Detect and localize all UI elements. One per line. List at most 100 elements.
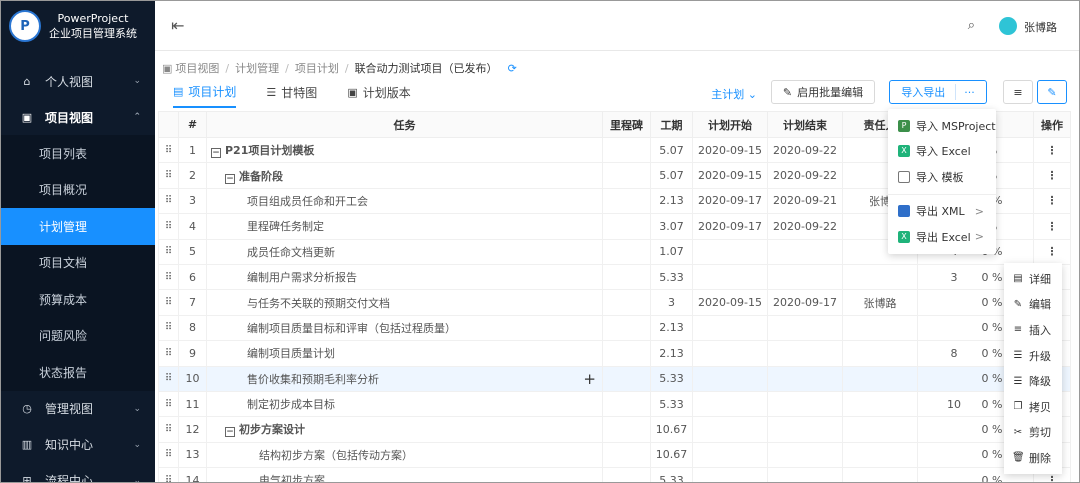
sidebar-item-project-overview[interactable]: 项目概况 <box>1 171 155 208</box>
milestone-cell[interactable] <box>602 162 651 189</box>
milestone-cell[interactable] <box>602 263 651 291</box>
end-cell[interactable] <box>767 314 843 342</box>
milestone-cell[interactable] <box>602 238 651 265</box>
nav-group-project[interactable]: ▣ 项目视图 ⌃ <box>1 99 155 135</box>
drag-handle-icon[interactable]: ⠿ <box>158 390 179 418</box>
col-duration[interactable]: 工期 <box>650 111 693 138</box>
refresh-icon[interactable]: ⟳ <box>508 62 517 75</box>
row-number[interactable]: 7 <box>178 289 207 316</box>
table-row[interactable]: ⠿ 10 售价收集和预期毛利率分析 +5.33 0 % <box>158 365 1071 392</box>
milestone-cell[interactable] <box>602 441 651 469</box>
context-menu-item[interactable]: ✎ 编辑 <box>1004 292 1062 318</box>
batch-edit-button[interactable]: ✎ 启用批量编辑 <box>771 80 875 104</box>
milestone-cell[interactable] <box>602 390 651 418</box>
context-menu-item[interactable]: 🗑 删除 <box>1004 445 1062 471</box>
owner-cell[interactable] <box>842 390 918 418</box>
milestone-cell[interactable] <box>602 467 651 482</box>
collapse-icon[interactable]: − <box>225 173 235 184</box>
start-cell[interactable]: 2020-09-17 <box>692 187 768 215</box>
end-cell[interactable] <box>767 238 843 265</box>
duration-cell[interactable]: 3.07 <box>650 213 693 240</box>
duration-cell[interactable]: 2.13 <box>650 340 693 367</box>
start-cell[interactable] <box>692 238 768 265</box>
start-cell[interactable] <box>692 390 768 418</box>
import-export-button[interactable]: 导入导出 ··· <box>889 80 987 104</box>
milestone-cell[interactable] <box>602 416 651 443</box>
start-cell[interactable]: 2020-09-15 <box>692 289 768 316</box>
col-milestone[interactable]: 里程碑 <box>602 111 651 138</box>
start-cell[interactable] <box>692 467 768 482</box>
context-menu-item[interactable]: ✂ 剪切 <box>1004 420 1062 446</box>
start-cell[interactable] <box>692 263 768 291</box>
owner-cell[interactable]: 张博路 <box>842 289 918 316</box>
row-actions-icon[interactable]: ⋮ <box>1033 136 1071 164</box>
owner-cell[interactable] <box>842 365 918 392</box>
task-cell[interactable]: 与任务不关联的预期交付文档 <box>206 289 603 316</box>
owner-cell[interactable] <box>842 263 918 291</box>
duration-cell[interactable]: 5.33 <box>650 263 693 291</box>
milestone-cell[interactable] <box>602 213 651 240</box>
duration-cell[interactable]: 5.07 <box>650 136 693 164</box>
row-number[interactable]: 9 <box>178 340 207 367</box>
end-cell[interactable]: 2020-09-21 <box>767 187 843 215</box>
collapse-icon[interactable]: − <box>225 427 235 438</box>
sidebar-item-risks[interactable]: 问题风险 <box>1 317 155 354</box>
sidebar-item-project-list[interactable]: 项目列表 <box>1 135 155 172</box>
table-row[interactable]: ⠿ 14 电气初步方案 5.33 0 % ⋮ <box>158 467 1071 482</box>
owner-cell[interactable] <box>842 340 918 367</box>
duration-cell[interactable]: 5.33 <box>650 390 693 418</box>
sidebar-item-status-report[interactable]: 状态报告 <box>1 354 155 391</box>
end-cell[interactable]: 2020-09-22 <box>767 162 843 189</box>
row-number[interactable]: 2 <box>178 162 207 189</box>
task-cell[interactable]: 编制项目质量计划 <box>206 340 603 367</box>
col-plan-start[interactable]: 计划开始 <box>692 111 768 138</box>
list-view-button[interactable]: ≡ <box>1003 80 1033 104</box>
table-row[interactable]: ⠿ 13 结构初步方案（包括传动方案） 10.67 0 % <box>158 441 1071 469</box>
task-cell[interactable]: 成员任命文档更新 <box>206 238 603 265</box>
avatar[interactable] <box>999 17 1017 35</box>
row-number[interactable]: 14 <box>178 467 207 482</box>
edit-mode-button[interactable]: ✎ <box>1037 80 1067 104</box>
sidebar-item-project-docs[interactable]: 项目文档 <box>1 244 155 281</box>
breadcrumb-item[interactable]: 计划管理 <box>235 60 279 76</box>
row-number[interactable]: 6 <box>178 263 207 291</box>
end-cell[interactable] <box>767 340 843 367</box>
table-row[interactable]: ⠿ 6 编制用户需求分析报告 5.33 3 0 % <box>158 263 1071 291</box>
end-cell[interactable]: 2020-09-22 <box>767 213 843 240</box>
end-cell[interactable]: 2020-09-17 <box>767 289 843 316</box>
sidebar-item-plan-management[interactable]: 计划管理 <box>1 208 155 245</box>
task-cell[interactable]: 电气初步方案 <box>206 467 603 482</box>
end-cell[interactable] <box>767 390 843 418</box>
more-icon[interactable]: ··· <box>956 86 975 99</box>
table-row[interactable]: ⠿ 7 与任务不关联的预期交付文档 3 2020-09-15 2020-09-17 张博路 0… <box>158 289 1071 316</box>
task-cell[interactable]: 里程碑任务制定 <box>206 213 603 240</box>
start-cell[interactable] <box>692 314 768 342</box>
end-cell[interactable] <box>767 467 843 482</box>
context-menu-item[interactable]: ☰ 降级 <box>1004 368 1062 394</box>
table-row[interactable]: ⠿ 11 制定初步成本目标 5.33 10 0 % <box>158 390 1071 418</box>
task-cell[interactable]: − 初步方案设计 <box>206 416 603 443</box>
duration-cell[interactable]: 10.67 <box>650 441 693 469</box>
milestone-cell[interactable] <box>602 187 651 215</box>
row-number[interactable]: 1 <box>178 136 207 164</box>
breadcrumb-item[interactable]: 项目视图 <box>175 60 219 76</box>
col-number[interactable]: # <box>178 111 207 138</box>
owner-cell[interactable] <box>842 467 918 482</box>
context-menu-item[interactable]: ❐ 拷贝 <box>1004 394 1062 420</box>
end-cell[interactable] <box>767 416 843 443</box>
nav-group-personal[interactable]: ⌂ 个人视图 ⌄ <box>1 63 155 99</box>
import-export-menu-item[interactable]: 导出 XML > <box>888 199 996 225</box>
milestone-cell[interactable] <box>602 314 651 342</box>
drag-handle-icon[interactable]: ⠿ <box>158 136 179 164</box>
col-plan-end[interactable]: 计划结束 <box>767 111 843 138</box>
duration-cell[interactable]: 5.33 <box>650 365 693 392</box>
duration-cell[interactable]: 2.13 <box>650 314 693 342</box>
search-icon[interactable]: ⌕ <box>968 18 975 33</box>
context-menu-item[interactable]: ☰ 升级 <box>1004 343 1062 369</box>
drag-handle-icon[interactable]: ⠿ <box>158 213 179 240</box>
start-cell[interactable]: 2020-09-17 <box>692 213 768 240</box>
row-number[interactable]: 11 <box>178 390 207 418</box>
start-cell[interactable] <box>692 441 768 469</box>
task-cell[interactable]: 项目组成员任命和开工会 <box>206 187 603 215</box>
duration-cell[interactable]: 5.07 <box>650 162 693 189</box>
